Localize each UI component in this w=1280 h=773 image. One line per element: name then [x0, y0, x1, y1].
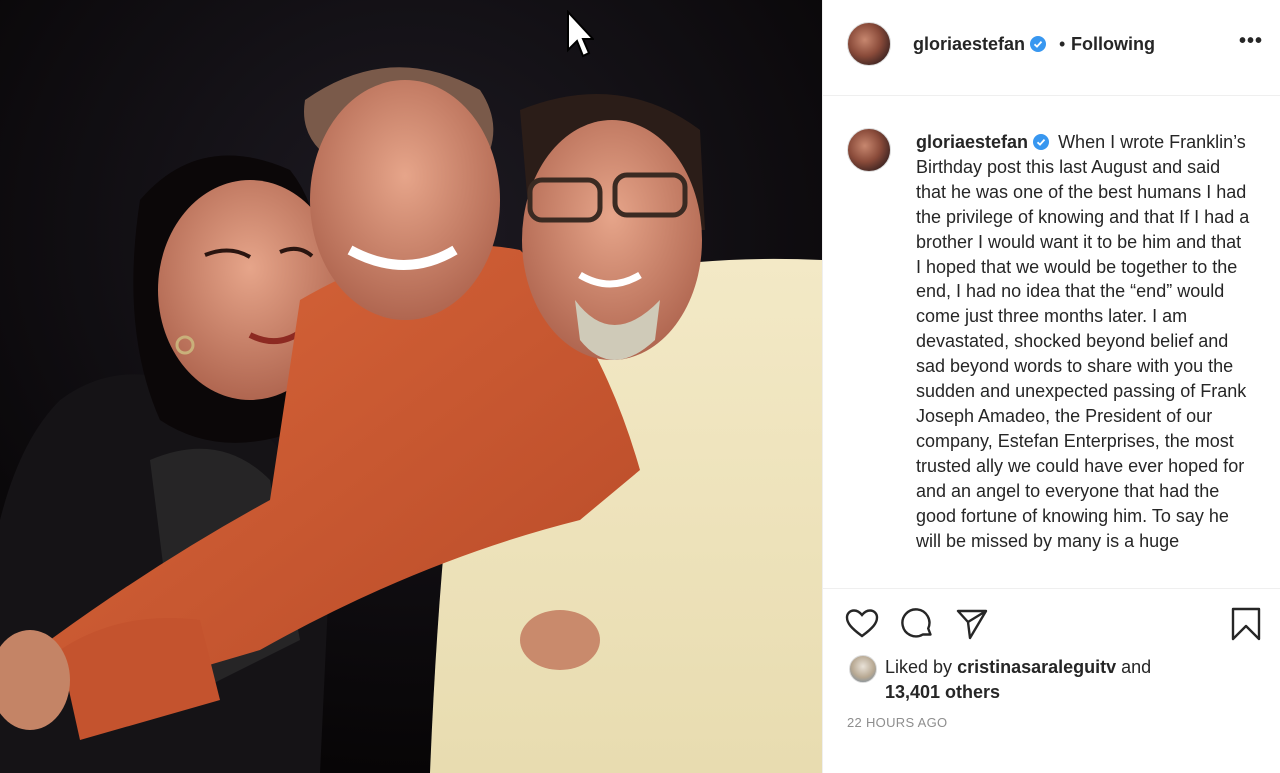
caption-author-avatar[interactable]	[847, 128, 891, 172]
verified-badge-icon	[1030, 36, 1047, 52]
caption-username[interactable]: gloriaestefan	[916, 132, 1050, 152]
liker-username[interactable]: cristinasaraleguitv	[957, 657, 1116, 677]
caption-text: gloriaestefan When I wrote Franklin’s Bi…	[916, 130, 1251, 553]
caption-username-text[interactable]: gloriaestefan	[916, 132, 1028, 152]
post-timestamp[interactable]: 22 HOURS AGO	[847, 715, 947, 730]
post-photo[interactable]	[0, 0, 822, 773]
mouse-pointer-icon	[567, 10, 594, 58]
speech-bubble-icon[interactable]	[901, 607, 935, 641]
photo-illustration	[0, 0, 822, 773]
likes-and: and	[1121, 657, 1152, 677]
post-side-panel: gloriaestefan • Following ••• gloriaeste…	[822, 0, 1280, 773]
heart-outline-icon[interactable]	[845, 607, 879, 641]
bookmark-icon[interactable]	[1229, 607, 1263, 641]
author-username[interactable]: gloriaestefan	[913, 34, 1047, 55]
likes-others-count[interactable]: 13,401 others	[885, 682, 1000, 702]
caption-section: gloriaestefan When I wrote Franklin’s Bi…	[823, 96, 1280, 588]
post-header: gloriaestefan • Following •••	[823, 0, 1280, 96]
author-avatar[interactable]	[847, 22, 891, 66]
likes-prefix: Liked by	[885, 657, 953, 677]
more-options-button[interactable]: •••	[1239, 30, 1263, 53]
post-actions: Liked by cristinasaraleguitv and 13,401 …	[823, 588, 1280, 773]
liker-avatar[interactable]	[849, 655, 877, 683]
verified-badge-icon	[1033, 134, 1050, 150]
likes-summary: Liked by cristinasaraleguitv and 13,401 …	[885, 655, 1215, 705]
paper-plane-icon[interactable]	[955, 607, 989, 641]
separator-dot: •	[1059, 34, 1066, 54]
following-button[interactable]: Following	[1071, 34, 1155, 55]
author-username-text[interactable]: gloriaestefan	[913, 34, 1025, 54]
caption-body: When I wrote Franklin’s Birthday post th…	[916, 132, 1250, 551]
